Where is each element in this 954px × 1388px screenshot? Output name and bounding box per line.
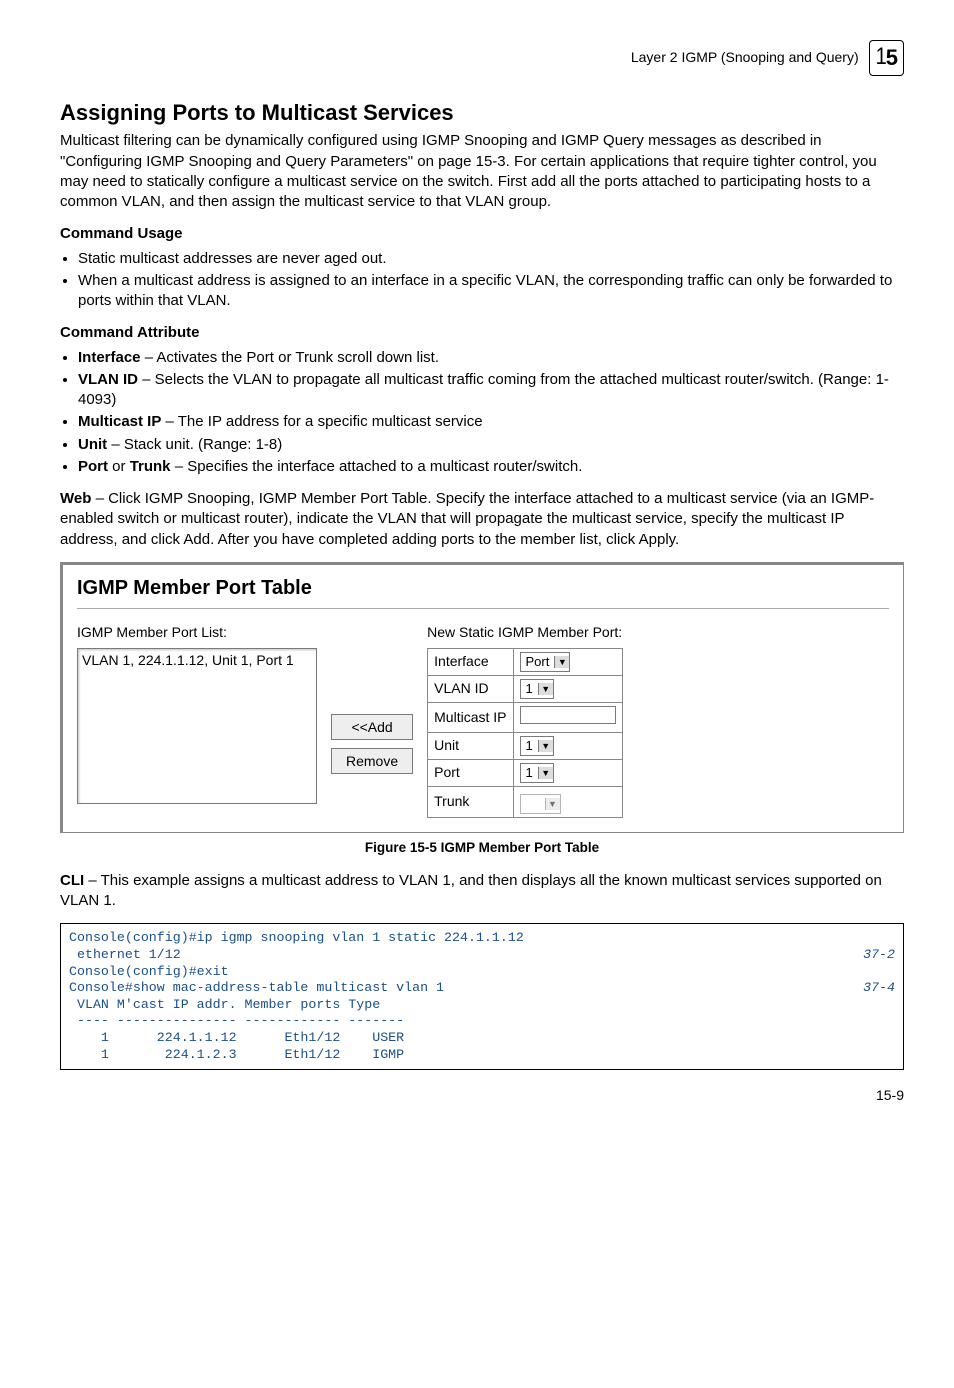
code-line: Console(config)#exit — [69, 964, 229, 979]
chevron-down-icon: ▼ — [538, 767, 553, 779]
usage-item: When a multicast address is assigned to … — [78, 271, 904, 312]
web-lead: Web — [60, 490, 91, 507]
multicast-ip-input[interactable] — [520, 706, 616, 724]
code-line: Console#show mac-address-table multicast… — [69, 980, 444, 995]
figure-caption: Figure 15-5 IGMP Member Port Table — [60, 839, 904, 857]
trunk-select[interactable]: ▼ — [520, 794, 561, 814]
code-line: VLAN M'cast IP addr. Member ports Type — [69, 997, 380, 1012]
multicast-ip-label: Multicast IP — [428, 702, 513, 732]
left-column: IGMP Member Port List: VLAN 1, 224.1.1.1… — [77, 623, 317, 818]
chevron-down-icon: ▼ — [545, 798, 560, 810]
port-label: Port — [428, 759, 513, 786]
vlan-id-label: VLAN ID — [428, 675, 513, 702]
command-usage-list: Static multicast addresses are never age… — [60, 249, 904, 312]
attr-item: VLAN ID – Selects the VLAN to propagate … — [78, 370, 904, 411]
unit-select[interactable]: 1▼ — [520, 736, 554, 756]
code-line: 1 224.1.1.12 Eth1/12 USER — [69, 1030, 404, 1045]
attr-text: – The IP address for a specific multicas… — [161, 413, 482, 430]
attr-bold: Interface — [78, 349, 141, 366]
chevron-down-icon: ▼ — [538, 740, 553, 752]
intro-paragraph: Multicast filtering can be dynamically c… — [60, 131, 904, 212]
page-header: Layer 2 IGMP (Snooping and Query) 15 — [60, 40, 904, 76]
attr-item: Interface – Activates the Port or Trunk … — [78, 348, 904, 368]
chapter-digit-1: 1 — [876, 42, 886, 74]
attr-item: Multicast IP – The IP address for a spec… — [78, 412, 904, 432]
command-attribute-heading: Command Attribute — [60, 323, 904, 343]
interface-select[interactable]: Port▼ — [520, 652, 571, 672]
add-button[interactable]: <<Add — [331, 714, 413, 740]
code-line: ---- --------------- ------------ ------… — [69, 1013, 404, 1028]
attr-text: – Activates the Port or Trunk scroll dow… — [141, 349, 439, 366]
web-text: – Click IGMP Snooping, IGMP Member Port … — [60, 490, 874, 548]
attr-bold: Unit — [78, 436, 107, 453]
remove-button[interactable]: Remove — [331, 748, 413, 774]
cli-text: – This example assigns a multicast addre… — [60, 872, 882, 909]
code-block: Console(config)#ip igmp snooping vlan 1 … — [60, 923, 904, 1070]
code-pageref: 37-4 — [863, 980, 895, 997]
section-title: Assigning Ports to Multicast Services — [60, 98, 904, 128]
vlan-id-select[interactable]: 1▼ — [520, 679, 554, 699]
attr-text: – Stack unit. (Range: 1-8) — [107, 436, 282, 453]
igmp-screenshot: IGMP Member Port Table IGMP Member Port … — [60, 562, 904, 833]
web-paragraph: Web – Click IGMP Snooping, IGMP Member P… — [60, 489, 904, 550]
command-usage-heading: Command Usage — [60, 224, 904, 244]
port-select[interactable]: 1▼ — [520, 763, 554, 783]
chevron-down-icon: ▼ — [554, 656, 569, 668]
trunk-label: Trunk — [428, 786, 513, 817]
code-line: Console(config)#ip igmp snooping vlan 1 … — [69, 930, 532, 945]
member-port-listbox[interactable]: VLAN 1, 224.1.1.12, Unit 1, Port 1 — [77, 648, 317, 804]
page-number: 15-9 — [60, 1086, 904, 1105]
attr-bold: Port — [78, 458, 108, 475]
cli-paragraph: CLI – This example assigns a multicast a… — [60, 871, 904, 912]
attr-item: Port or Trunk – Specifies the interface … — [78, 457, 904, 477]
command-attribute-list: Interface – Activates the Port or Trunk … — [60, 348, 904, 478]
code-line: 1 224.1.2.3 Eth1/12 IGMP — [69, 1047, 404, 1062]
chevron-down-icon: ▼ — [538, 683, 553, 695]
header-text: Layer 2 IGMP (Snooping and Query) — [631, 48, 859, 67]
cli-lead: CLI — [60, 872, 84, 889]
attr-mid: or — [108, 458, 130, 475]
attr-bold: Trunk — [130, 458, 171, 475]
form-table: Interface Port▼ VLAN ID 1▼ Multicast IP … — [427, 648, 622, 818]
usage-item: Static multicast addresses are never age… — [78, 249, 904, 269]
chapter-badge: 15 — [869, 40, 904, 76]
screenshot-title: IGMP Member Port Table — [77, 575, 889, 602]
button-column: <<Add Remove — [331, 623, 413, 818]
attr-item: Unit – Stack unit. (Range: 1-8) — [78, 435, 904, 455]
attr-bold: Multicast IP — [78, 413, 161, 430]
divider — [77, 608, 889, 609]
chapter-digit-2: 5 — [886, 43, 897, 73]
interface-label: Interface — [428, 648, 513, 675]
member-list-label: IGMP Member Port List: — [77, 623, 317, 642]
attr-text: – Selects the VLAN to propagate all mult… — [78, 371, 889, 408]
attr-bold: VLAN ID — [78, 371, 138, 388]
list-item[interactable]: VLAN 1, 224.1.1.12, Unit 1, Port 1 — [82, 651, 312, 670]
code-pageref: 37-2 — [863, 947, 895, 964]
right-column: New Static IGMP Member Port: Interface P… — [427, 623, 622, 818]
unit-label: Unit — [428, 732, 513, 759]
new-member-label: New Static IGMP Member Port: — [427, 623, 622, 642]
code-line: ethernet 1/12 — [69, 947, 181, 962]
attr-text: – Specifies the interface attached to a … — [171, 458, 583, 475]
